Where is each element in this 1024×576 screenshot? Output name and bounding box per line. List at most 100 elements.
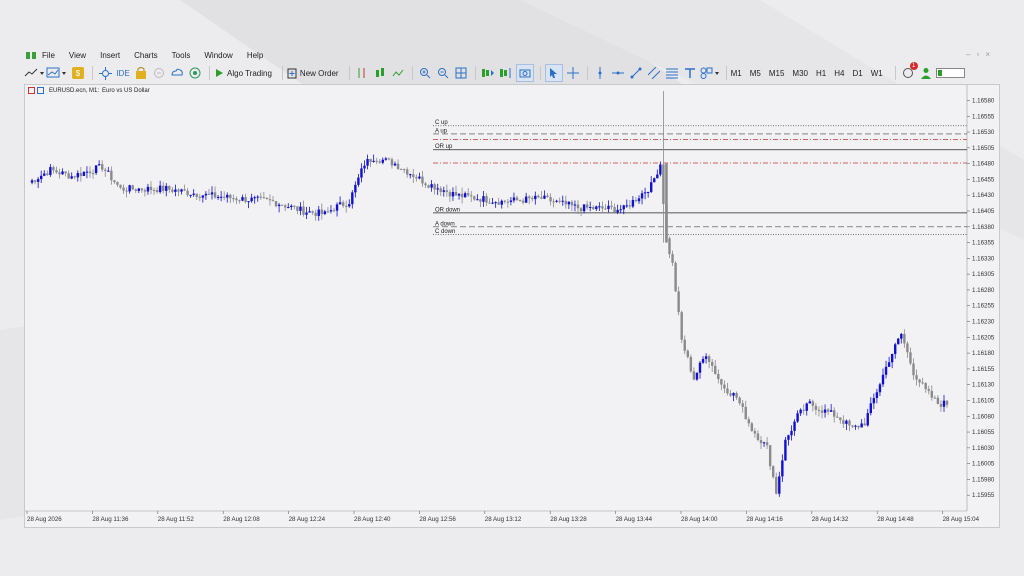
menu-charts[interactable]: Charts — [134, 51, 158, 60]
timeframe-m5[interactable]: M5 — [750, 69, 761, 78]
timeframe-h1[interactable]: H1 — [816, 69, 826, 78]
x-tick-label: 28 Aug 14:00 — [681, 516, 718, 523]
candle-body — [759, 440, 763, 444]
candle-body — [930, 390, 933, 398]
candle-body — [808, 401, 811, 404]
chart-window[interactable]: 1.16580 1.16555 1.16530 1.16505 1.16480 1.164… — [24, 84, 1000, 528]
y-tick-label: 1.16305 — [972, 271, 995, 278]
trendline-icon[interactable] — [628, 65, 644, 81]
candle-body — [463, 193, 467, 198]
chart-type-dropdown[interactable] — [24, 65, 44, 81]
shapes-dropdown[interactable] — [700, 65, 720, 81]
candle-body — [448, 192, 452, 197]
signals-icon[interactable] — [151, 65, 167, 81]
y-tick-label: 1.16230 — [972, 319, 995, 326]
indicators-icon[interactable] — [97, 65, 113, 81]
candle-body — [101, 164, 104, 170]
candle-body — [604, 208, 607, 210]
zoom-out-icon[interactable] — [435, 65, 451, 81]
candle-body — [329, 210, 333, 212]
candle-body — [326, 211, 330, 213]
alerts-button[interactable]: 1 — [900, 62, 918, 81]
candle-body — [125, 190, 128, 192]
candle-body — [88, 171, 92, 174]
menu-help[interactable]: Help — [247, 51, 263, 60]
tile-windows-icon[interactable] — [453, 65, 469, 81]
screenshot-icon[interactable] — [515, 64, 534, 82]
close-icon[interactable]: × — [985, 50, 996, 59]
candle-body — [863, 423, 866, 426]
hosting-icon[interactable] — [169, 65, 185, 81]
candle-body — [378, 161, 381, 163]
cursor-icon[interactable] — [544, 64, 563, 82]
zoom-in-icon[interactable] — [417, 65, 433, 81]
candle-body — [97, 164, 101, 166]
bar-chart-icon[interactable] — [372, 65, 388, 81]
candle-body — [802, 409, 805, 411]
menu-file[interactable]: File — [42, 51, 55, 60]
minimize-icon[interactable]: – — [966, 50, 976, 59]
text-tool-icon[interactable] — [682, 65, 698, 81]
templates-dropdown[interactable] — [46, 65, 68, 81]
candle-body — [945, 400, 949, 405]
y-tick-label: 1.16180 — [972, 350, 995, 357]
dollar-icon[interactable]: $ — [70, 65, 86, 81]
menu-tools[interactable]: Tools — [172, 51, 191, 60]
price-chart[interactable]: 1.16580 1.16555 1.16530 1.16505 1.16480 1.164… — [25, 85, 999, 527]
candle-body — [860, 423, 863, 428]
chart-shift-icon[interactable] — [498, 65, 514, 81]
menu-window[interactable]: Window — [204, 51, 232, 60]
restore-icon[interactable]: ▫ — [976, 50, 985, 59]
candle-body — [854, 425, 857, 427]
timeframe-w1[interactable]: W1 — [871, 69, 883, 78]
vertical-line-icon[interactable] — [592, 65, 608, 81]
candle-body — [762, 442, 766, 444]
auto-scroll-icon[interactable] — [480, 65, 496, 81]
line-icon[interactable] — [390, 65, 406, 81]
timeframe-m15[interactable]: M15 — [769, 69, 785, 78]
candle-body — [299, 206, 302, 211]
timeframe-m30[interactable]: M30 — [792, 69, 808, 78]
timeframe-d1[interactable]: D1 — [852, 69, 862, 78]
menu-view[interactable]: View — [69, 51, 86, 60]
menu-insert[interactable]: Insert — [100, 51, 120, 60]
candle-body — [55, 170, 58, 173]
candle-body — [67, 173, 70, 179]
level-label: OR up — [435, 144, 453, 150]
level-label: C up — [435, 120, 448, 126]
candle-body — [207, 193, 211, 195]
algo-trading-button[interactable]: Algo Trading — [214, 68, 272, 78]
window-controls: –▫× — [966, 50, 996, 59]
candle-body — [881, 374, 885, 385]
ide-button[interactable]: IDE — [115, 65, 131, 81]
candle-body — [778, 476, 781, 494]
candle-body — [656, 174, 659, 179]
y-tick-label: 1.16480 — [972, 161, 995, 168]
timeframe-h4[interactable]: H4 — [834, 69, 844, 78]
candle-body — [171, 189, 174, 192]
candle-body — [866, 413, 869, 426]
y-tick-label: 1.16455 — [972, 176, 995, 183]
candle-body — [73, 176, 76, 178]
crosshair-icon[interactable] — [565, 65, 581, 81]
account-icon[interactable] — [918, 65, 934, 81]
community-icon[interactable] — [187, 65, 203, 81]
channel-icon[interactable] — [646, 65, 662, 81]
timeframe-m1[interactable]: M1 — [731, 69, 742, 78]
fibonacci-icon[interactable] — [664, 65, 680, 81]
candle-body — [454, 192, 458, 196]
candle-body — [235, 198, 238, 201]
y-tick-label: 1.16005 — [972, 461, 995, 468]
depth-of-market-icon[interactable] — [354, 65, 370, 81]
new-order-label: New Order — [299, 68, 339, 78]
candle-body — [491, 202, 494, 204]
x-tick-label: 28 Aug 13:12 — [485, 516, 522, 523]
candle-body — [625, 205, 628, 207]
candle-body — [592, 207, 595, 210]
candle-body — [585, 204, 589, 208]
market-icon[interactable] — [133, 65, 149, 81]
candle-body — [210, 192, 214, 195]
new-order-button[interactable]: New Order — [287, 68, 339, 79]
x-tick-label: 28 Aug 11:36 — [92, 516, 129, 523]
horizontal-line-icon[interactable] — [610, 65, 626, 81]
